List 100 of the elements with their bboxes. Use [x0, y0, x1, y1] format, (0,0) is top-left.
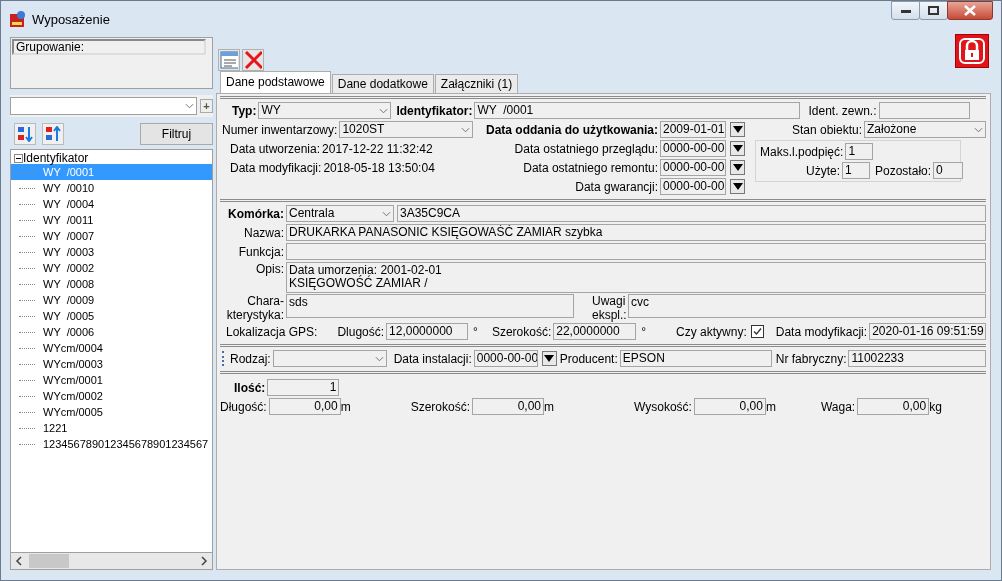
tree-item[interactable]: 1221 [11, 420, 212, 436]
tree-item[interactable]: WY /0002 [11, 260, 212, 276]
dimension-field[interactable]: 0,00 [693, 398, 766, 415]
max-links-field[interactable]: 1 [845, 143, 874, 160]
tree-item[interactable]: WY /0007 [11, 228, 212, 244]
modified-date: 2018-05-18 13:50:04 [323, 160, 435, 175]
field-label: Data gwarancji: [575, 179, 658, 194]
date-field[interactable]: 0000-00-00 [660, 140, 726, 157]
remarks-field[interactable]: cvc [628, 294, 986, 318]
field-label: Typ: [232, 103, 257, 118]
tree-item[interactable]: WY /0009 [11, 292, 212, 308]
description-field[interactable]: Data umorzenia: 2001-02-01 KSIĘGOWOŚĆ ZAMIAR / [286, 262, 986, 293]
tree-item[interactable]: WY /0003 [11, 244, 212, 260]
field-label: Data modyfikacji: [230, 160, 322, 175]
triangle-down-icon [732, 145, 743, 152]
close-button[interactable] [947, 1, 993, 20]
producer-field[interactable]: EPSON [619, 350, 772, 367]
dimension-field[interactable]: 0,00 [268, 398, 341, 415]
tree-item[interactable]: WYcm/0005 [11, 404, 212, 420]
tree-item[interactable]: WY /0004 [11, 196, 212, 212]
field-label: Nr fabryczny: [775, 351, 847, 366]
field-label: Waga: [820, 399, 856, 414]
tree-item[interactable]: WY /0005 [11, 308, 212, 324]
tree-item[interactable]: 123456789012345678901234567 [11, 436, 212, 452]
serial-number-field[interactable]: 11002233 [848, 350, 986, 367]
filter-button[interactable]: Filtruj [140, 123, 213, 145]
field-label: Data ostatniego remontu: [523, 160, 658, 175]
object-state-dropdown[interactable]: Założone [864, 121, 986, 138]
unit-label: kg [929, 399, 942, 414]
tree-item[interactable]: WYcm/0002 [11, 388, 212, 404]
cell-dropdown[interactable]: Centrala [286, 205, 394, 222]
install-date-field[interactable]: 0000-00-00 [473, 350, 538, 367]
maximize-button[interactable] [919, 1, 948, 20]
field-label: Pozostało: [875, 163, 932, 178]
grouping-dropdown[interactable] [10, 97, 197, 115]
triangle-down-icon [732, 183, 743, 190]
date-dropdown-button[interactable] [730, 141, 745, 156]
form-button[interactable] [218, 49, 240, 71]
date-dropdown-button[interactable] [730, 179, 745, 194]
name-field[interactable]: DRUKARKA PANASONIC KSIĘGOWAŚĆ ZAMIAR szybka [286, 224, 986, 241]
type-dropdown[interactable]: WY [258, 102, 392, 119]
field-label: Numer inwentarzowy: [222, 122, 338, 137]
longitude-field[interactable]: 12,0000000 [386, 323, 469, 340]
tree-item[interactable]: WYcm/0001 [11, 372, 212, 388]
date-field[interactable]: 2009-01-01 [660, 121, 726, 138]
characteristics-field[interactable]: sds [286, 294, 574, 318]
dimension-field[interactable]: 0,00 [857, 398, 930, 415]
quantity-field[interactable]: 1 [267, 379, 340, 396]
field-label: Data modyfikacji: [775, 324, 868, 339]
field-label: Stan obiektu: [791, 122, 862, 137]
tree-item[interactable]: WYcm/0004 [11, 340, 212, 356]
field-label: Szerokość: [491, 324, 552, 339]
active-checkbox[interactable] [750, 325, 764, 338]
inventory-number-dropdown[interactable]: 1020ST [339, 121, 474, 138]
sort-descending-button[interactable] [42, 123, 64, 145]
horizontal-scrollbar[interactable] [10, 552, 213, 570]
triangle-down-icon [732, 126, 743, 133]
function-field[interactable] [286, 243, 986, 260]
chevron-down-icon [374, 355, 384, 362]
date-field[interactable]: 0000-00-00 [660, 159, 726, 176]
field-label: Dlugość: [337, 324, 385, 339]
add-button[interactable]: + [200, 99, 213, 113]
identifier-field[interactable]: WY /0001 [474, 102, 801, 119]
tab[interactable]: Dane podstawowe [220, 71, 331, 93]
field-label: Czy aktywny: [676, 324, 747, 339]
tree-item[interactable]: WY /0011 [11, 212, 212, 228]
date-dropdown-button[interactable] [730, 160, 745, 175]
scrollbar-thumb[interactable] [29, 554, 69, 568]
tab[interactable]: Dane dodatkowe [331, 74, 434, 93]
field-label: Data ostatniego przeglądu: [514, 141, 658, 156]
dimension-field[interactable]: 0,00 [472, 398, 545, 415]
date-dropdown-button[interactable] [541, 351, 557, 366]
tree-root-label[interactable]: Identyfikator [23, 152, 89, 164]
chevron-down-icon [974, 126, 983, 133]
unit-label: ° [473, 324, 478, 339]
cell-code-field[interactable]: 3A35C9CA [397, 205, 986, 222]
tree-item[interactable]: WY /0008 [11, 276, 212, 292]
field-label: Identyfikator: [396, 103, 473, 118]
external-id-field[interactable] [878, 102, 970, 119]
lock-icon[interactable] [955, 34, 989, 68]
date-dropdown-button[interactable] [730, 122, 745, 137]
sort-ascending-icon [17, 126, 33, 142]
latitude-field[interactable]: 22,0000000 [553, 323, 637, 340]
triangle-down-icon [732, 164, 743, 171]
minus-box-icon[interactable] [14, 153, 23, 163]
used-links-field[interactable]: 1 [842, 162, 870, 179]
field-label: Maks.l.podpięć: [760, 144, 844, 159]
minimize-icon [900, 8, 911, 13]
tab[interactable]: Załączniki (1) [434, 74, 519, 93]
tree-item[interactable]: WY /0010 [11, 180, 212, 196]
sort-ascending-button[interactable] [14, 123, 36, 145]
grip-handle[interactable] [222, 351, 227, 366]
gps-modified-field[interactable]: 2020-01-16 09:51:59 [869, 323, 986, 340]
delete-button[interactable] [242, 49, 264, 71]
minimize-button[interactable] [891, 1, 920, 20]
tree-item[interactable]: WY /0006 [11, 324, 212, 340]
remaining-links-field[interactable]: 0 [933, 162, 964, 179]
date-field[interactable]: 0000-00-00 [660, 178, 726, 195]
tree-item[interactable]: WYcm/0003 [11, 356, 212, 372]
sort-descending-icon [45, 126, 61, 142]
